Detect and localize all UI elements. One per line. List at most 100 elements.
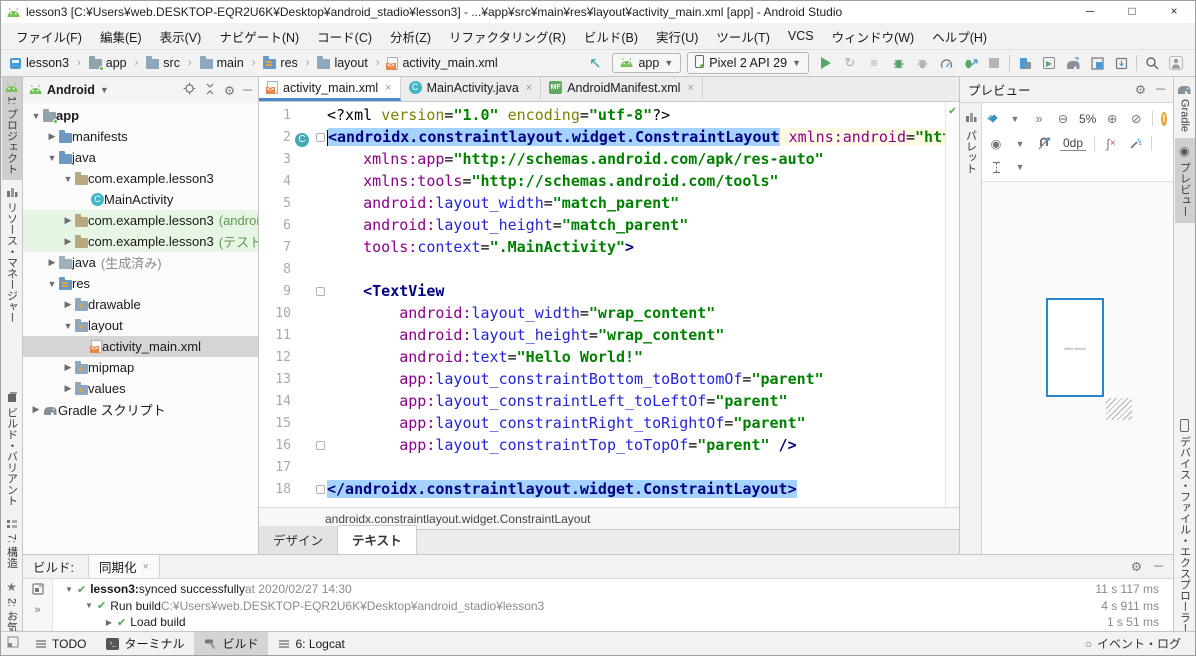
menu-item[interactable]: 分析(Z): [381, 23, 440, 50]
guideline-icon[interactable]: [988, 161, 1004, 174]
menu-item[interactable]: ナビゲート(N): [210, 23, 308, 50]
tree-row[interactable]: C MainActivity: [23, 189, 258, 210]
tree-row[interactable]: ▶ mipmap: [23, 357, 258, 378]
tree-expand-icon[interactable]: ▶: [61, 383, 75, 394]
code-line[interactable]: 17: [259, 456, 945, 478]
code-line[interactable]: 10 android:layout_width="wrap_content": [259, 302, 945, 324]
editor-scrollbar[interactable]: ✔: [945, 102, 959, 507]
editor-tab[interactable]: MF AndroidManifest.xml ×: [541, 77, 703, 101]
zoom-in-icon[interactable]: ⊕: [1104, 111, 1120, 126]
apply-changes-restart-icon[interactable]: ↻: [839, 53, 861, 73]
device-manager-icon[interactable]: [1014, 53, 1036, 73]
code-line[interactable]: 5 android:layout_width="match_parent": [259, 192, 945, 214]
text-tab[interactable]: テキスト: [338, 525, 417, 554]
code-line[interactable]: 14 app:layout_constraintLeft_toLeftOf="p…: [259, 390, 945, 412]
settings-gear-icon[interactable]: ⚙: [1135, 82, 1146, 97]
tree-row[interactable]: ▼ java: [23, 147, 258, 168]
breadcrumb-item[interactable]: main: [199, 56, 244, 70]
chevron-down-icon[interactable]: ▼: [1012, 162, 1028, 172]
close-tab-icon[interactable]: ×: [687, 82, 693, 94]
code-line[interactable]: 9 <TextView: [259, 280, 945, 302]
tree-expand-icon[interactable]: ▶: [103, 618, 115, 627]
left-stripe-tab[interactable]: ビルド・バリアント: [2, 385, 22, 512]
resize-handle[interactable]: [1106, 398, 1132, 420]
tree-expand-icon[interactable]: ▶: [45, 257, 59, 268]
tree-row[interactable]: ▼ com.example.lesson3: [23, 168, 258, 189]
code-line[interactable]: 11 android:layout_height="wrap_content": [259, 324, 945, 346]
search-everywhere-icon[interactable]: [1141, 53, 1163, 73]
close-icon[interactable]: ×: [143, 561, 149, 573]
tree-expand-icon[interactable]: ▶: [61, 236, 75, 247]
apply-code-changes-icon[interactable]: ≡: [863, 53, 885, 73]
attach-debugger-icon[interactable]: [911, 53, 933, 73]
sdk-manager-icon[interactable]: [1110, 53, 1132, 73]
tree-expand-icon[interactable]: ▶: [61, 362, 75, 373]
more-chevrons-icon[interactable]: »: [34, 604, 40, 616]
code-line[interactable]: 12 android:text="Hello World!": [259, 346, 945, 368]
autoconnect-off-icon[interactable]: [1036, 137, 1052, 150]
right-stripe-tab[interactable]: デバイス・ファイル・エクスプローラー: [1175, 413, 1195, 631]
code-line[interactable]: 16 app:layout_constraintTop_toTopOf="par…: [259, 434, 945, 456]
code-line[interactable]: 1 <?xml version="1.0" encoding="utf-8"?>: [259, 104, 945, 126]
statusbar-item-todo[interactable]: TODO: [25, 632, 96, 655]
locate-file-icon[interactable]: [183, 82, 196, 98]
menu-item[interactable]: ファイル(F): [7, 23, 91, 50]
menu-item[interactable]: ビルド(B): [575, 23, 647, 50]
infer-constraints-icon[interactable]: [1127, 137, 1143, 150]
statusbar-item-[interactable]: ビルド: [194, 632, 269, 655]
gradle-sync-icon[interactable]: [1062, 53, 1084, 73]
tree-row[interactable]: ▶ java (生成済み): [23, 252, 258, 273]
breadcrumb-item[interactable]: res: [263, 56, 298, 70]
left-stripe-tab[interactable]: ★ 2: お気に入り: [2, 574, 22, 631]
close-tab-icon[interactable]: ×: [526, 82, 532, 94]
chevron-down-icon[interactable]: ▼: [1012, 139, 1028, 149]
hide-panel-icon[interactable]: ─: [1154, 559, 1163, 574]
tree-row[interactable]: ▼ res: [23, 273, 258, 294]
run-icon[interactable]: [815, 53, 837, 73]
tree-row[interactable]: ▶ drawable: [23, 294, 258, 315]
code-line[interactable]: 6 android:layout_height="match_parent": [259, 214, 945, 236]
fold-marker-icon[interactable]: [313, 436, 327, 454]
chevron-down-icon[interactable]: ▼: [1007, 114, 1023, 124]
tree-expand-icon[interactable]: ▶: [61, 215, 75, 226]
right-stripe-tab[interactable]: ◉ プレビュー: [1174, 138, 1195, 224]
profiler-icon[interactable]: [935, 53, 957, 73]
tree-row[interactable]: ▶ manifests: [23, 126, 258, 147]
editor-tab[interactable]: C MainActivity.java ×: [401, 77, 542, 101]
avd-manager-icon[interactable]: ▶: [1038, 53, 1060, 73]
inspection-ok-icon[interactable]: ✔: [946, 102, 959, 118]
code-line[interactable]: 8: [259, 258, 945, 280]
breadcrumb-item[interactable]: app: [88, 56, 127, 71]
code-editor[interactable]: 1 <?xml version="1.0" encoding="utf-8"?> 2…: [259, 102, 959, 507]
build-tree-row[interactable]: ▼ ✔ lesson3: synced successfully at 2020/0…: [53, 581, 1173, 598]
fold-marker-icon[interactable]: [313, 480, 327, 498]
menu-item[interactable]: リファクタリング(R): [440, 23, 575, 50]
design-tab[interactable]: デザイン: [259, 526, 339, 554]
breadcrumb-item[interactable]: src: [146, 56, 180, 70]
code-line[interactable]: 2 C <androidx.constraintlayout.widget.Cons…: [259, 126, 945, 148]
run-with-coverage-icon[interactable]: [959, 53, 981, 73]
tree-expand-icon[interactable]: ▼: [29, 111, 43, 121]
device-dropdown[interactable]: Pixel 2 API 29 ▼: [687, 52, 809, 74]
tree-row[interactable]: ▼ app: [23, 105, 258, 126]
tree-expand-icon[interactable]: ▼: [45, 153, 59, 163]
code-line[interactable]: 3 xmlns:app="http://schemas.android.com/…: [259, 148, 945, 170]
preview-canvas[interactable]: Hello World!: [982, 182, 1173, 554]
code-line[interactable]: 13 app:layout_constraintBottom_toBottomO…: [259, 368, 945, 390]
clear-constraints-icon[interactable]: ∫ ×: [1103, 137, 1119, 151]
chevron-down-icon[interactable]: ▼: [100, 85, 109, 95]
tree-expand-icon[interactable]: ▼: [61, 321, 75, 331]
tree-row[interactable]: ▼ layout: [23, 315, 258, 336]
tree-expand-icon[interactable]: ▼: [63, 585, 75, 594]
breadcrumb-item[interactable]: layout: [317, 56, 368, 70]
left-stripe-tab[interactable]: 1: プロジェクト: [1, 77, 22, 181]
menu-item[interactable]: ツール(T): [707, 23, 778, 50]
tree-expand-icon[interactable]: ▶: [29, 404, 43, 415]
zoom-fit-icon[interactable]: ⊘: [1128, 111, 1144, 126]
editor-tab[interactable]: <> activity_main.xml ×: [259, 77, 401, 101]
close-tab-icon[interactable]: ×: [385, 82, 391, 94]
menu-item[interactable]: ウィンドウ(W): [823, 23, 924, 50]
left-stripe-tab[interactable]: リソース・マネージャー: [2, 180, 22, 329]
tree-expand-icon[interactable]: ▶: [61, 299, 75, 310]
tree-row[interactable]: ▶ com.example.lesson3 (テスト): [23, 231, 258, 252]
